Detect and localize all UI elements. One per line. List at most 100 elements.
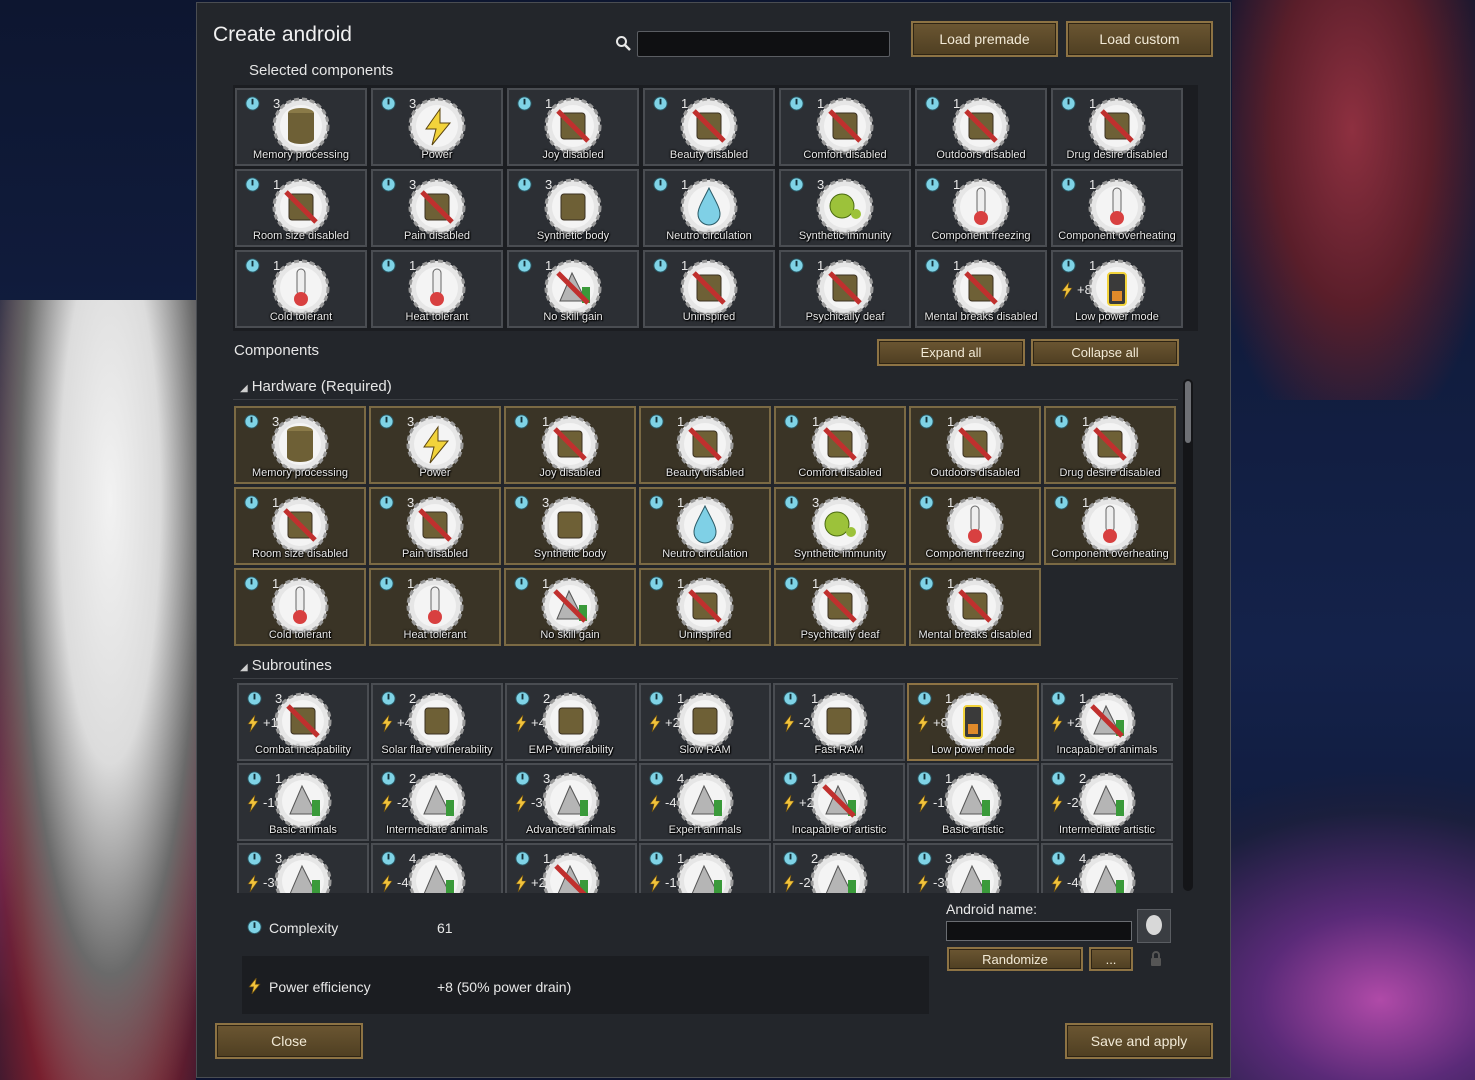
component-tile[interactable]: 1 +8 Low power mode: [1051, 250, 1183, 328]
component-label: Outdoors disabled: [930, 467, 1020, 479]
lightning-icon: [783, 875, 795, 892]
component-tile[interactable]: 1 +2 Incapable of artistic: [773, 763, 905, 841]
complexity-icon: [649, 691, 664, 706]
complexity-icon: [917, 691, 932, 706]
component-tile[interactable]: 1 +2 Slow RAM: [639, 683, 771, 761]
component-tile[interactable]: 1 No skill gain: [504, 568, 636, 646]
more-options-button[interactable]: ...: [1089, 947, 1133, 971]
component-tile[interactable]: 4 -4 Expert animals: [639, 763, 771, 841]
component-tile[interactable]: 1 Psychically deaf: [774, 568, 906, 646]
component-tile[interactable]: 1 Neutro circulation: [639, 487, 771, 565]
component-tile[interactable]: 1 Psychically deaf: [779, 250, 911, 328]
heat-tolerant-icon: [408, 259, 466, 317]
component-tile[interactable]: 1 +2: [505, 843, 637, 893]
component-tile[interactable]: 3 -3: [907, 843, 1039, 893]
component-tile[interactable]: 1 Beauty disabled: [639, 406, 771, 484]
component-label: Fast RAM: [814, 744, 864, 756]
component-tile[interactable]: 1 Heat tolerant: [369, 568, 501, 646]
android-name-label: Android name:: [946, 901, 1038, 917]
component-tile[interactable]: 1 Component overheating: [1051, 169, 1183, 247]
component-tile[interactable]: 3 Pain disabled: [369, 487, 501, 565]
component-tile[interactable]: 1 Component overheating: [1044, 487, 1176, 565]
battery-icon: [944, 692, 1002, 750]
component-tile[interactable]: 1 Comfort disabled: [774, 406, 906, 484]
animals-icon: [408, 772, 466, 830]
subroutines-section-title: Subroutines: [251, 657, 332, 674]
randomize-button[interactable]: Randomize: [947, 947, 1083, 971]
component-tile[interactable]: 1 Room size disabled: [235, 169, 367, 247]
component-tile[interactable]: 1 Drug desire disabled: [1051, 88, 1183, 166]
component-tile[interactable]: 3 +12 Combat incapability: [237, 683, 369, 761]
component-tile[interactable]: 2 -2 Intermediate animals: [371, 763, 503, 841]
component-tile[interactable]: 1 +8 Low power mode: [907, 683, 1039, 761]
subroutines-section-header[interactable]: ◢ Subroutines: [240, 657, 332, 674]
hardware-section-title: Hardware (Required): [251, 378, 392, 395]
component-tile[interactable]: 1 Joy disabled: [504, 406, 636, 484]
component-tile[interactable]: 1 Joy disabled: [507, 88, 639, 166]
skill-icon: [810, 852, 868, 893]
thermometer-hot-icon: [1081, 496, 1139, 554]
android-name-input[interactable]: [946, 921, 1132, 941]
component-tile[interactable]: 1 Beauty disabled: [643, 88, 775, 166]
component-tile[interactable]: 1 Cold tolerant: [234, 568, 366, 646]
component-tile[interactable]: 1 Uninspired: [639, 568, 771, 646]
component-tile[interactable]: 3 Power: [369, 406, 501, 484]
component-tile[interactable]: 1 Comfort disabled: [779, 88, 911, 166]
component-tile[interactable]: 1 Mental breaks disabled: [915, 250, 1047, 328]
component-tile[interactable]: 3 Synthetic immunity: [774, 487, 906, 565]
complexity-icon: [247, 919, 262, 935]
component-tile[interactable]: 1 Room size disabled: [234, 487, 366, 565]
component-tile[interactable]: 1 -1: [639, 843, 771, 893]
lock-icon[interactable]: [1149, 951, 1163, 967]
search-input[interactable]: [637, 31, 890, 57]
gender-button[interactable]: [1137, 909, 1171, 943]
component-tile[interactable]: 3 Synthetic body: [507, 169, 639, 247]
hardware-section-header[interactable]: ◢ Hardware (Required): [240, 378, 392, 395]
component-tile[interactable]: 2 +4 EMP vulnerability: [505, 683, 637, 761]
complexity-icon: [789, 96, 804, 111]
no-break-icon: [952, 259, 1010, 317]
component-tile[interactable]: 3 Synthetic body: [504, 487, 636, 565]
component-tile[interactable]: 3 -3 Advanced animals: [505, 763, 637, 841]
component-tile[interactable]: 1 Mental breaks disabled: [909, 568, 1041, 646]
complexity-icon: [514, 576, 529, 591]
skill-icon: [944, 852, 1002, 893]
component-tile[interactable]: 1 No skill gain: [507, 250, 639, 328]
component-tile[interactable]: 2 -2: [773, 843, 905, 893]
component-tile[interactable]: 1 Heat tolerant: [371, 250, 503, 328]
component-tile[interactable]: 2 +4 Solar flare vulnerability: [371, 683, 503, 761]
component-tile[interactable]: 1 Neutro circulation: [643, 169, 775, 247]
collapse-all-button[interactable]: Collapse all: [1031, 339, 1179, 366]
components-scrollbar[interactable]: [1183, 379, 1193, 891]
load-premade-button[interactable]: Load premade: [911, 21, 1058, 57]
load-custom-button[interactable]: Load custom: [1066, 21, 1213, 57]
component-tile[interactable]: 1 Outdoors disabled: [915, 88, 1047, 166]
component-tile[interactable]: 3 Memory processing: [235, 88, 367, 166]
component-tile[interactable]: 1 -1 Basic artistic: [907, 763, 1039, 841]
components-scroll-thumb[interactable]: [1185, 381, 1191, 443]
component-tile[interactable]: 1 Component freezing: [909, 487, 1041, 565]
expand-all-button[interactable]: Expand all: [877, 339, 1025, 366]
close-button[interactable]: Close: [215, 1023, 363, 1059]
component-tile[interactable]: 2 -2 Intermediate artistic: [1041, 763, 1173, 841]
complexity-icon: [517, 177, 532, 192]
save-and-apply-button[interactable]: Save and apply: [1065, 1023, 1213, 1059]
germ-icon: [811, 496, 869, 554]
component-tile[interactable]: 1 Drug desire disabled: [1044, 406, 1176, 484]
component-tile[interactable]: 1 Outdoors disabled: [909, 406, 1041, 484]
component-tile[interactable]: 3 -3: [237, 843, 369, 893]
component-tile[interactable]: 1 Uninspired: [643, 250, 775, 328]
component-tile[interactable]: 1 -1 Basic animals: [237, 763, 369, 841]
component-tile[interactable]: 3 Power: [371, 88, 503, 166]
component-tile[interactable]: 3 Synthetic immunity: [779, 169, 911, 247]
component-tile[interactable]: 4 -4: [371, 843, 503, 893]
lightning-icon: [406, 415, 464, 473]
component-tile[interactable]: 1 Cold tolerant: [235, 250, 367, 328]
component-tile[interactable]: 4 -4: [1041, 843, 1173, 893]
component-tile[interactable]: 3 Pain disabled: [371, 169, 503, 247]
component-tile[interactable]: 1 +2 Incapable of animals: [1041, 683, 1173, 761]
component-tile[interactable]: 3 Memory processing: [234, 406, 366, 484]
component-tile[interactable]: 1 -2 Fast RAM: [773, 683, 905, 761]
complexity-icon: [789, 177, 804, 192]
component-tile[interactable]: 1 Component freezing: [915, 169, 1047, 247]
